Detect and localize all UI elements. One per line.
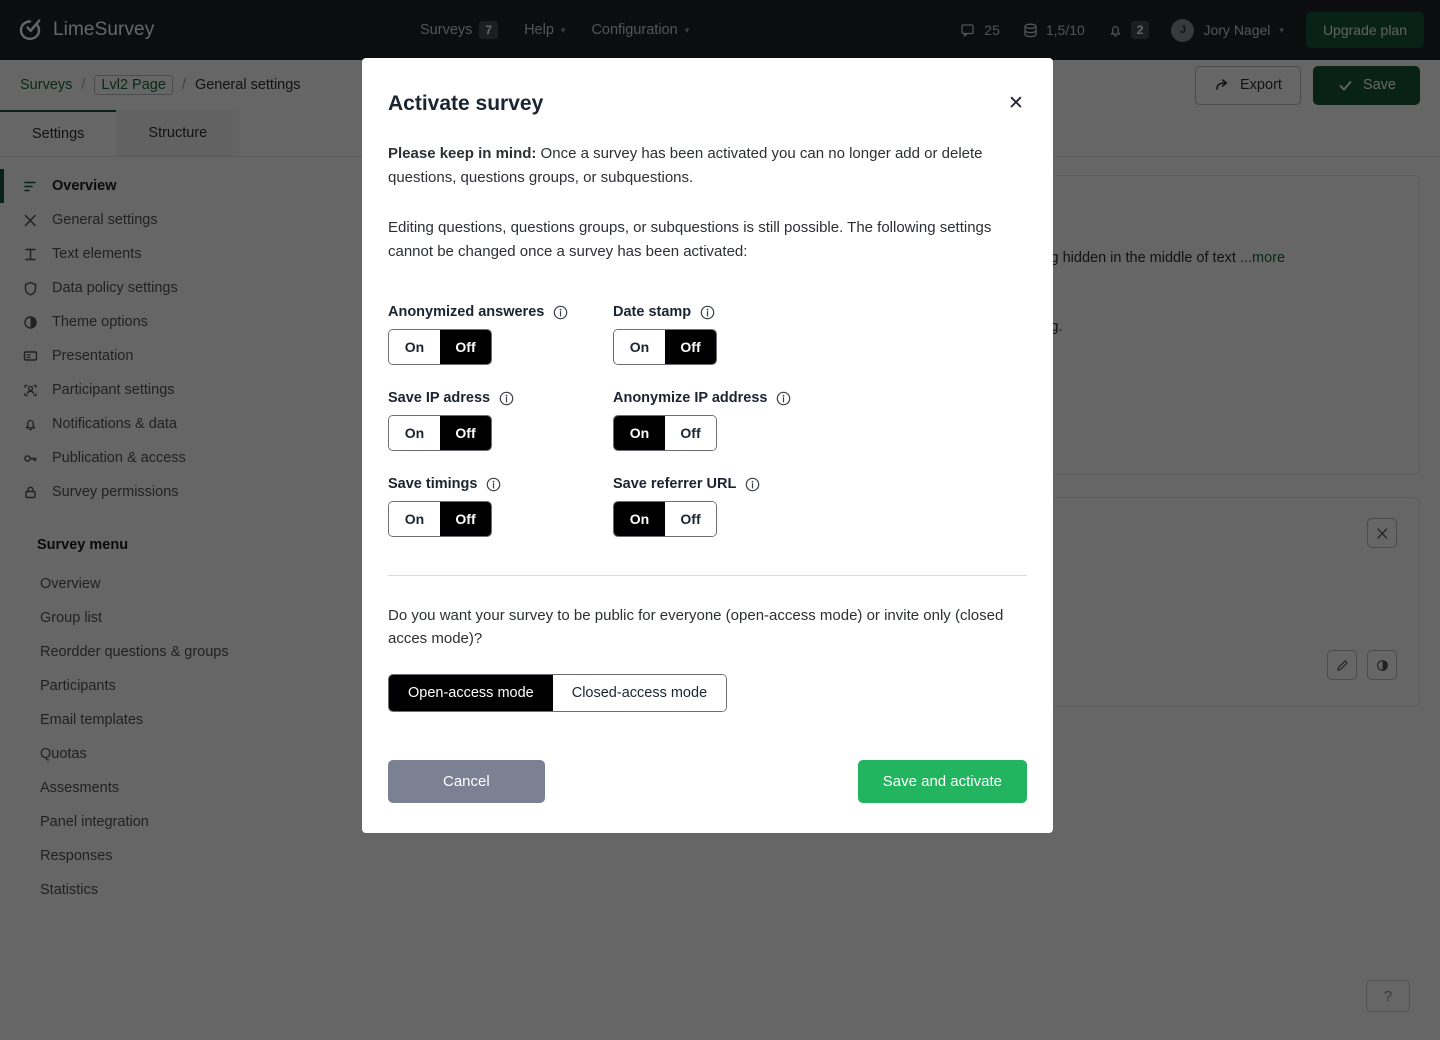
save-and-activate-button[interactable]: Save and activate <box>857 759 1027 803</box>
toggle-label-row: Anonymized answeres <box>388 304 613 320</box>
toggle-label-row: Date stamp <box>613 304 1027 320</box>
modal-actions: Cancel Save and activate <box>388 759 1027 803</box>
toggle-label-row: Anonymize IP address <box>613 390 1027 406</box>
toggle-label: Save referrer URL <box>613 476 737 492</box>
app-root: LimeSurvey Surveys 7 Help ▾ Configuratio… <box>0 0 1440 1040</box>
toggle-label-row: Save IP adress <box>388 390 613 406</box>
info-icon[interactable] <box>553 305 568 320</box>
info-icon[interactable] <box>700 305 715 320</box>
info-icon[interactable] <box>745 477 760 492</box>
toggle-date-stamp[interactable]: On Off <box>613 329 717 365</box>
cancel-button[interactable]: Cancel <box>388 759 545 803</box>
toggle-off-option[interactable]: Off <box>665 502 716 536</box>
toggle-group-save-referrer-url: Save referrer URL On Off <box>613 476 1027 537</box>
modal-divider <box>388 575 1027 576</box>
toggle-label: Anonymized answeres <box>388 304 545 320</box>
toggle-group-anonymized-answers: Anonymized answeres On Off <box>388 304 613 365</box>
toggle-anonymized-answers[interactable]: On Off <box>388 329 492 365</box>
modal-warning-paragraph: Please keep in mind: Once a survey has b… <box>388 142 1027 190</box>
toggle-off-option[interactable]: Off <box>440 416 491 450</box>
toggle-save-ip-address[interactable]: On Off <box>388 415 492 451</box>
toggle-off-option[interactable]: Off <box>440 502 491 536</box>
toggle-on-option[interactable]: On <box>389 416 440 450</box>
access-mode-question: Do you want your survey to be public for… <box>388 607 1004 648</box>
toggle-group-save-timings: Save timings On Off <box>388 476 613 537</box>
toggle-label-row: Save timings <box>388 476 613 492</box>
toggle-label-row: Save referrer URL <box>613 476 1027 492</box>
closed-access-mode-option[interactable]: Closed-access mode <box>552 674 727 711</box>
settings-toggle-grid: Anonymized answeres On Off Date stamp On… <box>388 304 1027 537</box>
toggle-label: Save IP adress <box>388 390 491 406</box>
toggle-on-option[interactable]: On <box>614 416 665 450</box>
toggle-label: Anonymize IP address <box>613 390 768 406</box>
toggle-on-option[interactable]: On <box>614 330 665 364</box>
access-mode-switch[interactable]: Open-access mode Closed-access mode <box>388 673 728 712</box>
close-icon[interactable]: ✕ <box>1003 90 1029 116</box>
modal-warning-bold: Please keep in mind: <box>388 145 537 162</box>
toggle-on-option[interactable]: On <box>389 502 440 536</box>
info-icon[interactable] <box>486 477 501 492</box>
modal-title: Activate survey <box>388 92 544 115</box>
toggle-group-anonymize-ip-address: Anonymize IP address On Off <box>613 390 1027 451</box>
open-access-mode-option[interactable]: Open-access mode <box>389 674 553 711</box>
toggle-group-date-stamp: Date stamp On Off <box>613 304 1027 365</box>
toggle-group-save-ip-address: Save IP adress On Off <box>388 390 613 451</box>
toggle-on-option[interactable]: On <box>614 502 665 536</box>
toggle-off-option[interactable]: Off <box>665 330 716 364</box>
toggle-save-timings[interactable]: On Off <box>388 501 492 537</box>
toggle-off-option[interactable]: Off <box>665 416 716 450</box>
toggle-off-option[interactable]: Off <box>440 330 491 364</box>
toggle-anonymize-ip-address[interactable]: On Off <box>613 415 717 451</box>
info-icon[interactable] <box>776 391 791 406</box>
info-icon[interactable] <box>499 391 514 406</box>
toggle-label: Save timings <box>388 476 478 492</box>
toggle-on-option[interactable]: On <box>389 330 440 364</box>
activate-survey-modal: Activate survey ✕ Please keep in mind: O… <box>362 58 1053 833</box>
toggle-label: Date stamp <box>613 304 692 320</box>
modal-paragraph-2: Editing questions, questions groups, or … <box>388 219 992 260</box>
toggle-save-referrer-url[interactable]: On Off <box>613 501 717 537</box>
